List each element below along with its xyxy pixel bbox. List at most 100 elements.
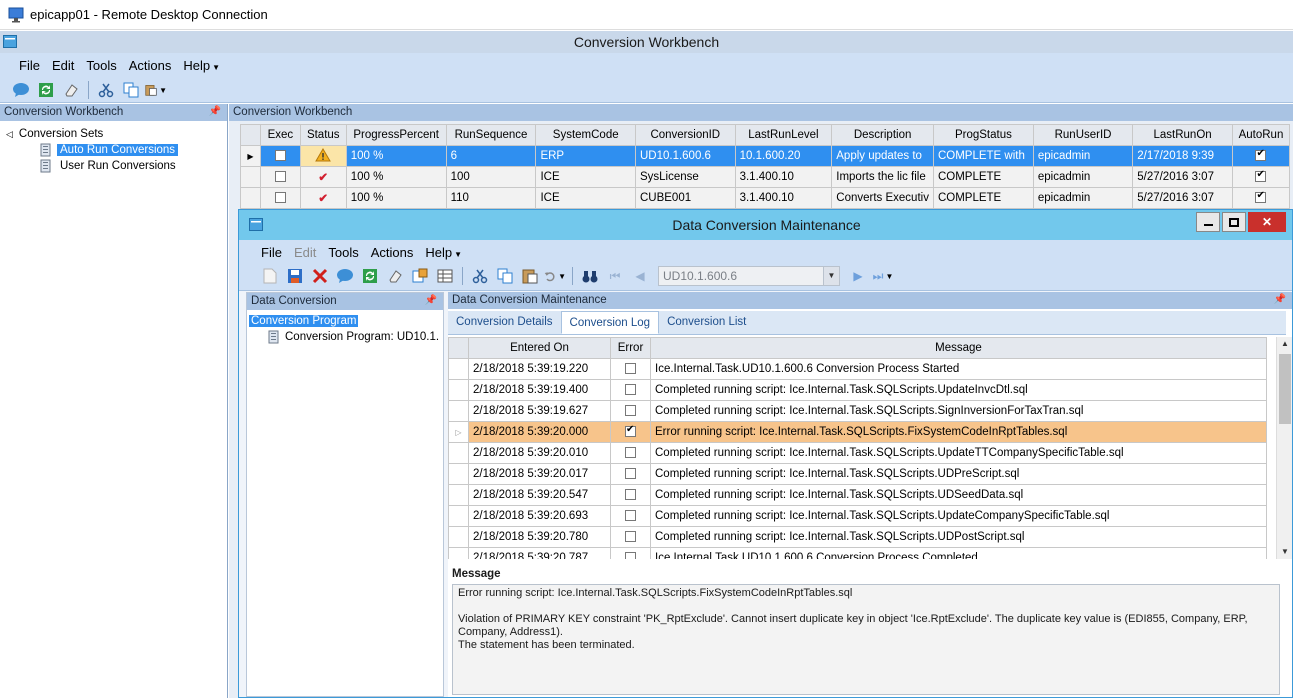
log-scrollbar[interactable]: ▲ ▼: [1276, 337, 1292, 559]
column-header[interactable]: ProgStatus: [932, 124, 1034, 146]
cut-button[interactable]: [95, 80, 117, 100]
undo-button[interactable]: ▼: [544, 266, 566, 286]
table-row[interactable]: 2/18/2018 5:39:19.627 Completed running s…: [448, 400, 1267, 422]
message-textbox[interactable]: Error running script: Ice.Internal.Task.…: [452, 584, 1280, 695]
menu-edit[interactable]: Edit: [46, 58, 80, 73]
tree-node-auto-run[interactable]: Auto Run Conversions: [6, 142, 179, 158]
refresh-button[interactable]: [359, 266, 381, 286]
autorun-checkbox[interactable]: [1255, 190, 1267, 204]
last-record-button[interactable]: ⏭ ▼: [872, 266, 894, 286]
menu-file[interactable]: File: [255, 245, 288, 260]
first-record-button[interactable]: ⏮: [604, 266, 626, 286]
table-row[interactable]: 2/18/2018 5:39:20.787 Ice.Internal.Task.U…: [448, 547, 1267, 559]
autorun-cell[interactable]: [1231, 145, 1291, 167]
refresh-button[interactable]: [35, 80, 57, 100]
table-row[interactable]: ▶ 100 % 6 ERP UD10.1.600.6 10.1.600.20 A…: [240, 145, 1291, 167]
column-header[interactable]: Exec: [259, 124, 301, 146]
menu-tools[interactable]: Tools: [80, 58, 122, 73]
tree-node-conversion-program[interactable]: Conversion Program: [249, 313, 439, 329]
row-indicator-icon[interactable]: ▶: [240, 145, 261, 167]
tree-node-program-item[interactable]: Conversion Program: UD10.1.: [249, 329, 439, 345]
column-header[interactable]: SystemCode: [535, 124, 636, 146]
menu-edit[interactable]: Edit: [288, 245, 322, 260]
table-row[interactable]: 2/18/2018 5:39:20.780 Completed running s…: [448, 526, 1267, 548]
menu-help[interactable]: Help ▼: [419, 245, 468, 260]
search-button[interactable]: [579, 266, 601, 286]
table-row[interactable]: 2/18/2018 5:39:19.220 Ice.Internal.Task.U…: [448, 358, 1267, 380]
column-header[interactable]: RunSequence: [445, 124, 537, 146]
row-selector[interactable]: [448, 379, 469, 401]
copy-button[interactable]: [120, 80, 142, 100]
row-selector[interactable]: [448, 526, 469, 548]
autorun-checkbox[interactable]: [1255, 169, 1267, 183]
tab-conversion-log[interactable]: Conversion Log: [560, 311, 660, 334]
menu-actions[interactable]: Actions: [123, 58, 178, 73]
column-header[interactable]: LastRunLevel: [734, 124, 833, 146]
column-header[interactable]: Error: [610, 337, 651, 359]
column-header[interactable]: LastRunOn: [1132, 124, 1233, 146]
row-selector[interactable]: [448, 484, 469, 506]
autorun-cell[interactable]: [1231, 166, 1291, 188]
autorun-cell[interactable]: [1231, 187, 1291, 209]
menu-file[interactable]: File: [13, 58, 46, 73]
scroll-thumb[interactable]: [1279, 354, 1291, 424]
next-record-button[interactable]: ▶: [847, 266, 869, 286]
previous-record-button[interactable]: ◀: [629, 266, 651, 286]
paste-button[interactable]: ▼: [145, 80, 167, 100]
table-row[interactable]: 2/18/2018 5:39:20.547 Completed running s…: [448, 484, 1267, 506]
column-header[interactable]: Status: [299, 124, 347, 146]
chevron-down-icon[interactable]: ▼: [823, 267, 839, 285]
chat-button[interactable]: [10, 80, 32, 100]
tree-node-conversion-sets[interactable]: ◁ Conversion Sets: [6, 126, 179, 142]
table-row[interactable]: ✔ 100 % 110 ICE CUBE001 3.1.400.10 Conve…: [240, 187, 1291, 209]
paste-button[interactable]: [519, 266, 541, 286]
row-selector[interactable]: [448, 442, 469, 464]
clear-button[interactable]: [384, 266, 406, 286]
clear-button[interactable]: [60, 80, 82, 100]
autorun-checkbox[interactable]: [1255, 148, 1267, 162]
exec-cell[interactable]: [259, 187, 301, 209]
row-selector[interactable]: [448, 547, 469, 559]
copy-button[interactable]: [494, 266, 516, 286]
row-selector[interactable]: [448, 400, 469, 422]
scroll-down-icon[interactable]: ▼: [1277, 545, 1293, 559]
chat-button[interactable]: [334, 266, 356, 286]
table-row[interactable]: ✔ 100 % 100 ICE SysLicense 3.1.400.10 Im…: [240, 166, 1291, 188]
pin-icon[interactable]: 📌: [209, 106, 221, 117]
column-header[interactable]: ConversionID: [634, 124, 736, 146]
tab-conversion-list[interactable]: Conversion List: [659, 311, 754, 334]
row-selector[interactable]: [448, 463, 469, 485]
scroll-up-icon[interactable]: ▲: [1277, 337, 1293, 351]
cut-button[interactable]: [469, 266, 491, 286]
row-indicator-icon[interactable]: ▷: [448, 421, 469, 443]
column-header[interactable]: Description: [831, 124, 934, 146]
minimize-button[interactable]: [1196, 212, 1220, 232]
row-selector[interactable]: [240, 166, 261, 188]
grid-view-button[interactable]: [434, 266, 456, 286]
menu-tools[interactable]: Tools: [322, 245, 364, 260]
record-selector[interactable]: UD10.1.600.6 ▼: [658, 266, 840, 286]
menu-help[interactable]: Help ▼: [177, 58, 226, 73]
column-header[interactable]: RunUserID: [1032, 124, 1134, 146]
pin-icon[interactable]: 📌: [1274, 294, 1286, 305]
row-selector[interactable]: [448, 505, 469, 527]
close-button[interactable]: ✕: [1248, 212, 1286, 232]
delete-button[interactable]: [309, 266, 331, 286]
exec-cell[interactable]: [259, 145, 301, 167]
row-selector[interactable]: [448, 358, 469, 380]
pin-icon[interactable]: 📌: [425, 295, 437, 306]
table-row[interactable]: 2/18/2018 5:39:19.400 Completed running s…: [448, 379, 1267, 401]
column-header[interactable]: Message: [650, 337, 1267, 359]
table-row[interactable]: ▷2/18/2018 5:39:20.000 Error running scri…: [448, 421, 1267, 443]
menu-actions[interactable]: Actions: [365, 245, 420, 260]
exec-checkbox[interactable]: [274, 150, 286, 162]
column-header[interactable]: AutoRun: [1231, 124, 1291, 146]
table-row[interactable]: 2/18/2018 5:39:20.010 Completed running s…: [448, 442, 1267, 464]
exec-checkbox[interactable]: [274, 192, 286, 204]
column-header[interactable]: ProgressPercent: [345, 124, 447, 146]
collapse-icon[interactable]: ◁: [6, 129, 13, 140]
exec-cell[interactable]: [259, 166, 301, 188]
dialog-title-bar[interactable]: Data Conversion Maintenance ✕: [239, 210, 1292, 240]
new-button[interactable]: [259, 266, 281, 286]
column-header[interactable]: Entered On: [468, 337, 611, 359]
